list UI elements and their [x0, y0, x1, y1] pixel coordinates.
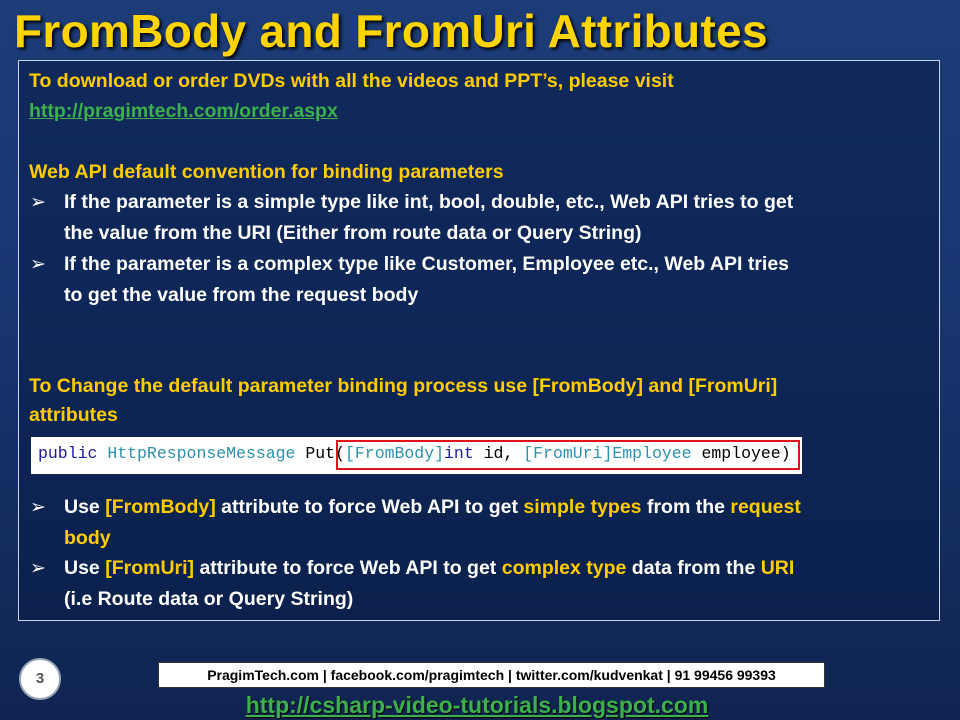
footer-contact-info: PragimTech.com | facebook.com/pragimtech… [158, 662, 825, 688]
footer-blog-link[interactable]: http://csharp-video-tutorials.blogspot.c… [0, 692, 954, 719]
bullet-frombody-line1: Use [FromBody] attribute to force Web AP… [64, 496, 801, 518]
order-link[interactable]: http://pragimtech.com/order.aspx [29, 100, 338, 123]
bullet-fromuri-line2: (i.e Route data or Query String) [64, 588, 354, 610]
highlight-frombody: [FromBody] [105, 496, 216, 518]
arrow-bullet-icon: ➢ [30, 497, 46, 518]
bullet-simple-type-line2: the value from the URI (Either from rout… [64, 222, 642, 244]
highlight-fromuri: [FromUri] [105, 557, 195, 579]
content-box [18, 60, 940, 621]
highlight-complex-type: complex type [501, 557, 627, 579]
bullet-complex-type-line1: If the parameter is a complex type like … [64, 253, 790, 275]
bullet-complex-type-line2: to get the value from the request body [64, 284, 419, 306]
code-method-name: Put [295, 444, 336, 463]
convention-heading: Web API default convention for binding p… [29, 161, 504, 183]
bullet-fromuri-line1: Use [FromUri] attribute to force Web API… [64, 557, 795, 579]
change-heading-line1: To Change the default parameter binding … [29, 375, 778, 397]
download-text: To download or order DVDs with all the v… [29, 70, 674, 92]
arrow-bullet-icon: ➢ [30, 558, 46, 579]
arrow-bullet-icon: ➢ [30, 192, 46, 213]
highlight-request: request [730, 496, 801, 518]
bullet-frombody-line2: body [64, 527, 111, 549]
bullet-simple-type-line1: If the parameter is a simple type like i… [64, 191, 794, 213]
code-keyword-public: public [38, 444, 98, 463]
highlight-simple-types: simple types [523, 496, 642, 518]
highlight-box [336, 440, 800, 470]
code-snippet: public HttpResponseMessage Put([FromBody… [31, 437, 802, 474]
arrow-bullet-icon: ➢ [30, 254, 46, 275]
highlight-uri: URI [760, 557, 795, 579]
code-type-response: HttpResponseMessage [107, 444, 296, 463]
slide-title: FromBody and FromUri Attributes [14, 5, 768, 57]
change-heading-line2: attributes [29, 404, 118, 426]
